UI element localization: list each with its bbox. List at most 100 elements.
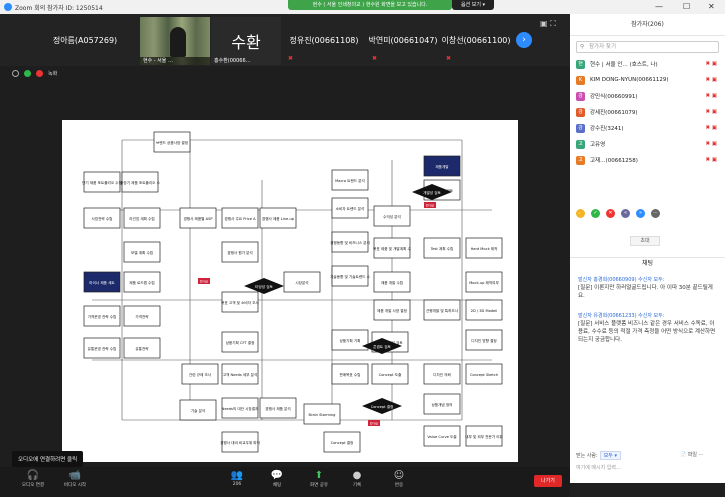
flow-node: 사업전략 수립: [83, 207, 121, 229]
participant-name: 강세진(00661079): [590, 110, 638, 116]
flow-node: 가격운영 전략 수립: [83, 305, 121, 327]
flow-node: 판매목표 수립: [331, 363, 369, 385]
decision-label: Concept 결정: [371, 404, 394, 409]
flow-node-label: Concept Sketch: [470, 373, 498, 377]
audio-button[interactable]: 🎧 오디오 연결: [18, 470, 48, 488]
leave-button[interactable]: 나가기: [534, 475, 562, 487]
faster-icon[interactable]: »: [636, 209, 645, 218]
chat-button[interactable]: 💬 채팅: [262, 470, 292, 488]
no-icon[interactable]: ✕: [606, 209, 615, 218]
participant-name: 홍수환(00066…: [214, 58, 251, 64]
decision-label: 콘셉트 검토: [373, 344, 391, 349]
flow-node: Needs의 대안 시장결과: [222, 397, 259, 419]
chat-file-button[interactable]: 📄 파일 ⋯: [680, 451, 704, 458]
flow-node-label: 내부 및 외부 전문가 리뷰: [465, 434, 503, 439]
share-screen-button[interactable]: ⬆ 화면 공유: [304, 470, 334, 488]
chat-icon: 💬: [270, 470, 284, 481]
video-off-icon: 📹: [68, 470, 82, 481]
participant-tile[interactable]: ✖ 박연미(00661047): [366, 14, 440, 66]
participant-row[interactable]: 고 고재…(00661258) ✖ ▣: [570, 152, 725, 168]
flow-node: 2D / 3D Modeli: [465, 299, 503, 321]
participant-tile[interactable]: ✖ 이창선(00661100): [440, 14, 512, 66]
flow-node-label: 기술 분석: [191, 408, 205, 413]
flow-node-label: 제품 개발 수립: [381, 280, 403, 285]
flow-node-label: 목표 고객 및 소비자 조사: [221, 300, 259, 305]
flow-node: 기술동향 및 기술트렌드 수: [330, 265, 371, 287]
close-icon[interactable]: ✕: [708, 2, 715, 11]
participants-header: 참가자(206): [570, 14, 725, 36]
share-screen-icon: ⬆: [314, 470, 324, 481]
flow-node: 라인업 계획 수립: [123, 207, 161, 229]
participants-title: 참가자(206): [631, 21, 664, 28]
flow-node: Test 계획 수립: [423, 237, 461, 259]
send-to-dropdown[interactable]: 모두 ▾: [599, 451, 621, 460]
flow-node: 제품 개발 사양 결정: [373, 299, 411, 321]
flow-node-label: 모델 계획 수립: [131, 250, 153, 255]
avatar: 강: [576, 107, 585, 117]
participant-video-tile[interactable]: 현수 - 서울 …: [140, 17, 210, 65]
invite-button[interactable]: 초대: [630, 236, 660, 246]
reactions-button[interactable]: ☺ 반응: [384, 470, 414, 488]
record-label: 녹화: [48, 71, 58, 77]
avatar: 강: [576, 91, 585, 101]
flow-node-label: Brain Storming: [309, 413, 336, 417]
reaction-bar: ✋ ✓ ✕ « » ⋯: [576, 209, 660, 218]
more-icon[interactable]: ⋯: [651, 209, 660, 218]
message-sender: 발신자 홍경희(00660909) 수신자 모두:: [578, 277, 665, 283]
participant-row[interactable]: 강 강세진(00661079) ✖ ▣: [570, 104, 725, 120]
flow-node: Mock-up 제작여부: [465, 271, 503, 293]
flow-node-label: 2D / 3D Modeli: [471, 309, 498, 313]
flow-node: 가격전략: [123, 305, 161, 327]
avatar: 고: [576, 155, 585, 165]
record-icon: ●: [352, 470, 362, 481]
flow-node-label: 소비자 트렌드 분석: [336, 206, 365, 211]
flow-node-label: 브랜드 상품사양 결정: [156, 140, 188, 145]
flow-node-label: 단기 제품 포트폴리오 수립: [82, 180, 122, 185]
flow-node: Hard Mock 제작: [465, 237, 503, 259]
flow-node-label: Macro 트렌드 분석: [335, 178, 365, 183]
chat-input[interactable]: 여기에 메시지 입력...: [576, 464, 621, 471]
drop-tag: Drop: [198, 278, 210, 284]
info-icon[interactable]: [12, 70, 19, 77]
participant-tile[interactable]: ✖ 정유진(00661108): [282, 14, 366, 66]
flow-node: 상품개념 정의: [423, 393, 461, 415]
muted-status-icon: ✖ ▣: [705, 157, 717, 163]
participant-row[interactable]: 강 강수진(3241) ✖ ▣: [570, 120, 725, 136]
flow-node-label: 기술동향 및 기술트렌드 수: [330, 274, 370, 279]
raise-hand-icon[interactable]: ✋: [576, 209, 585, 218]
view-options-button[interactable]: 옵션 보기 ▾: [452, 0, 494, 10]
audio-connect-tooltip[interactable]: 오디오에 연결하려면 클릭: [12, 451, 84, 467]
participant-row[interactable]: 현 현수 | 서울 인… (호스트, 나) ✖ ▣: [570, 56, 725, 72]
participant-row[interactable]: 고 고유영 ✖ ▣: [570, 136, 725, 152]
flow-node-label: 상품개념 정의: [432, 402, 453, 407]
flow-node-label: 유통운영 전략 수립: [88, 346, 117, 351]
participant-search-input[interactable]: ⚲ 참가자 찾기: [576, 41, 719, 53]
record-button[interactable]: ● 기록: [342, 470, 372, 488]
shared-screen[interactable]: 브랜드 상품사양 결정 단기 제품 포트폴리오 수립 중장기 제품 포트폴리오 수사…: [62, 120, 518, 462]
maximize-icon[interactable]: ☐: [683, 2, 690, 11]
minimize-icon[interactable]: —: [655, 2, 663, 11]
flow-node-label: 관련 규제 조사: [189, 372, 212, 377]
participant-name: 정유진(00661108): [289, 35, 359, 45]
drop-label: Drop: [426, 204, 435, 208]
person-silhouette: [170, 27, 186, 57]
next-page-button[interactable]: ›: [516, 32, 532, 48]
participant-tile[interactable]: 수환 홍수환(00066…: [211, 17, 281, 65]
yes-icon[interactable]: ✓: [591, 209, 600, 218]
participants-button[interactable]: 👥 206: [222, 470, 252, 487]
security-shield-icon[interactable]: [24, 70, 31, 77]
slower-icon[interactable]: «: [621, 209, 630, 218]
share-banner: 현수 ( 서울 인쇄창의교 ) 현수원 화면을 보고 있습니다.: [288, 0, 452, 10]
participant-initial-name: 수환: [231, 33, 261, 52]
participant-tile[interactable]: 정아름(A057269): [30, 14, 140, 66]
flow-node-label: Mock-up 제작여부: [469, 280, 499, 285]
flow-node: 상품기획 기획: [331, 329, 369, 351]
flow-node: Concept 결정: [323, 431, 361, 453]
gallery-view-icon[interactable]: ▣ ⛶: [540, 19, 556, 29]
flow-node-label: 시장분석: [295, 280, 308, 285]
participant-strip: 정아름(A057269) 현수 - 서울 … 수환 홍수환(00066… ✖ 정유…: [0, 14, 570, 66]
participant-row[interactable]: 강 강민식(00660991) ✖ ▣: [570, 88, 725, 104]
participant-row[interactable]: K KIM DONG-NYUN(00661129) ✖ ▣: [570, 72, 725, 88]
participant-list: 현 현수 | 서울 인… (호스트, 나) ✖ ▣ K KIM DONG-NYUN(00…: [570, 56, 725, 168]
video-button[interactable]: 📹 비디오 시작: [60, 470, 90, 488]
